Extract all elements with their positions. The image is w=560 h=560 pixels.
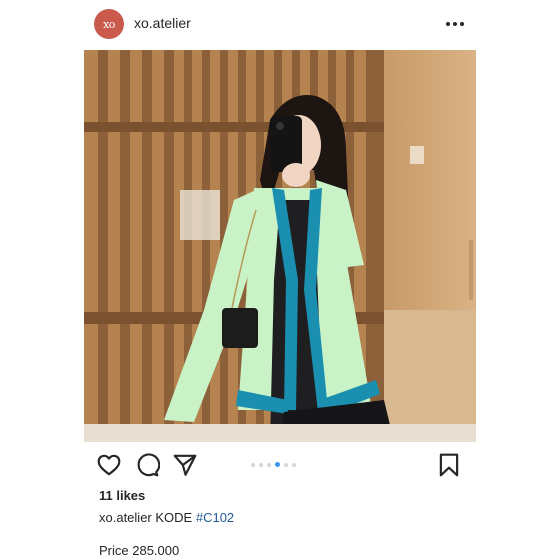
post-username[interactable]: xo.atelier [134, 15, 191, 31]
more-options-icon[interactable] [444, 14, 466, 34]
post-caption: xo.atelier KODE #C102 [99, 510, 234, 525]
carousel-dot [292, 462, 296, 467]
post-header: xo xo.atelier [0, 0, 560, 50]
caption-text: KODE [155, 510, 193, 525]
carousel-dot-active [275, 462, 280, 467]
price-text: Price 285.000 [99, 543, 180, 558]
avatar[interactable]: xo [94, 9, 124, 39]
paper-plane-icon[interactable] [172, 452, 198, 478]
caption-username[interactable]: xo.atelier [99, 510, 152, 525]
carousel-dot [267, 462, 271, 467]
mirror-selfie-image [84, 50, 476, 442]
post-photo[interactable] [84, 50, 476, 442]
comment-icon[interactable] [134, 452, 160, 478]
likes-count[interactable]: 11 likes [99, 488, 145, 503]
post-actions [0, 450, 560, 480]
carousel-dot [251, 462, 255, 467]
caption-hashtag[interactable]: #C102 [196, 510, 234, 525]
heart-icon[interactable] [96, 452, 122, 478]
carousel-dot [259, 462, 263, 467]
bookmark-icon[interactable] [436, 452, 462, 478]
carousel-dot [284, 462, 288, 467]
carousel-indicator [251, 462, 296, 467]
